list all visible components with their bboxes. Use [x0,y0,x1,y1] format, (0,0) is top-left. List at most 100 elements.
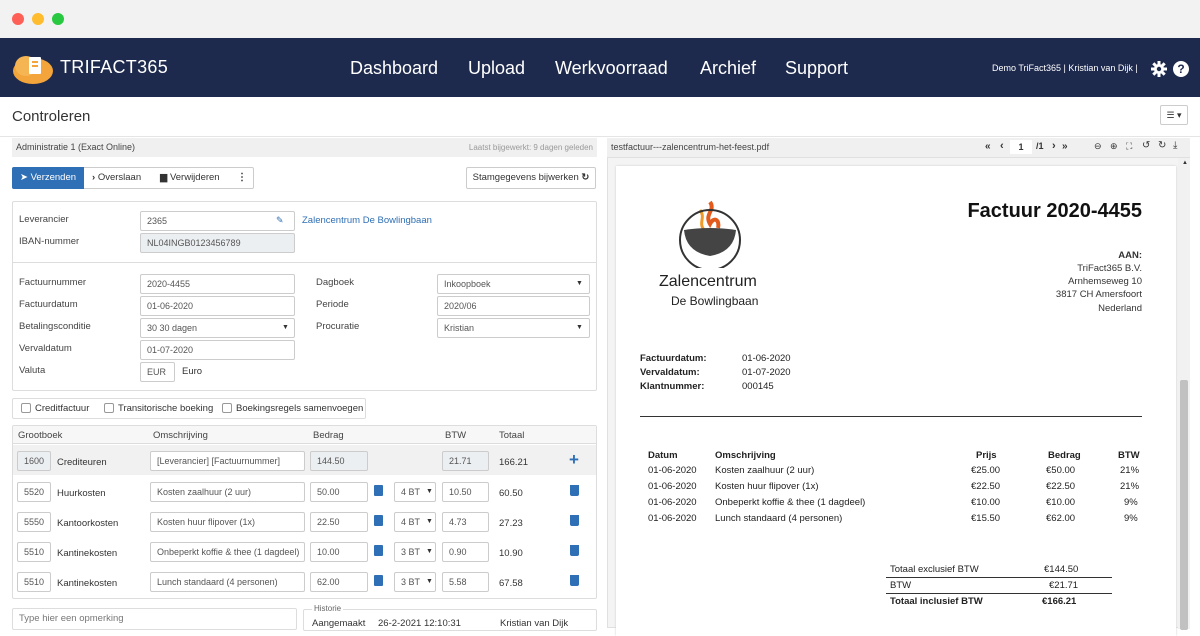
row-description[interactable]: Kosten zaalhuur (2 uur) [150,482,305,502]
chevron-down-icon: ▼ [282,324,289,331]
row-name: Kantoorkosten [57,518,119,529]
company-subname: De Bowlingbaan [671,294,759,308]
send-button[interactable]: ➤ Verzenden [12,167,84,189]
factuurnummer-input[interactable]: 2020-4455 [140,274,295,294]
calculator-icon[interactable] [374,485,383,496]
calculator-icon[interactable] [374,515,383,526]
row-code[interactable]: 5520 [17,482,51,502]
row-description[interactable]: Lunch standaard (4 personen) [150,572,305,592]
trash-icon[interactable] [570,485,579,496]
download-icon[interactable]: ⤓ [1173,140,1177,151]
row-amount[interactable]: 50.00 [310,482,368,502]
logo-text[interactable]: TRIFACT365 [60,57,168,78]
pdf-row-amount: €22.50 [1046,481,1076,492]
factuurdatum-input[interactable]: 01-06-2020 [140,296,295,316]
rotate-right-icon[interactable]: ↻ [1158,140,1166,151]
table-row: 5520 Huurkosten Kosten zaalhuur (2 uur) … [13,477,596,505]
row-description[interactable]: Kosten huur flipover (1x) [150,512,305,532]
row-btw[interactable]: 21.71 [442,451,489,471]
total-label: BTW [890,580,912,591]
user-info[interactable]: Demo TriFact365 | Kristian van Dijk | [992,63,1138,73]
last-updated: Laatst bijgewerkt: 9 dagen geleden [468,143,593,152]
pdf-filename: testfactuur---zalencentrum-het-feest.pdf [611,142,770,152]
nav-upload[interactable]: Upload [468,58,525,79]
pdf-nav-first[interactable]: « [985,141,991,152]
transitorische-checkbox[interactable] [104,403,114,413]
row-total: 60.50 [499,488,523,499]
row-btw[interactable]: 10.50 [442,482,489,502]
invoice-title: Factuur 2020-4455 [967,200,1142,222]
row-code[interactable]: 5550 [17,512,51,532]
leverancier-link[interactable]: Zalencentrum De Bowlingbaan [302,215,432,226]
pdf-page-input[interactable]: 1 [1010,140,1032,154]
trash-icon: ▆ [160,172,168,183]
row-code[interactable]: 5510 [17,542,51,562]
row-amount[interactable]: 22.50 [310,512,368,532]
procuratie-select[interactable]: Kristian [437,318,590,338]
close-window-button[interactable] [12,13,24,25]
nav-archief[interactable]: Archief [700,58,756,79]
row-btw[interactable]: 5.58 [442,572,489,592]
row-btw[interactable]: 4.73 [442,512,489,532]
rotate-left-icon[interactable]: ↺ [1142,140,1150,151]
minimize-window-button[interactable] [32,13,44,25]
total-label: Totaal exclusief BTW [890,564,979,575]
pdf-nav-next[interactable]: › [1052,140,1056,152]
pdf-row-vat: 21% [1120,465,1140,476]
row-code[interactable]: 1600 [17,451,51,471]
iban-input[interactable]: NL04INGB0123456789 [140,233,295,253]
creditfactuur-checkbox[interactable] [21,403,31,413]
row-amount[interactable]: 144.50 [310,451,368,471]
row-btw[interactable]: 0.90 [442,542,489,562]
booking-table: Grootboek Omschrijving Bedrag BTW Totaal… [12,425,597,599]
row-amount[interactable]: 10.00 [310,542,368,562]
help-icon[interactable]: ? [1173,61,1189,77]
page-title: Controleren [12,108,91,125]
dagboek-select[interactable]: Inkoopboek [437,274,590,294]
samenvoegen-checkbox[interactable] [222,403,232,413]
remark-input[interactable]: Type hier een opmerking [12,608,297,630]
more-options-button[interactable]: ⋮ [237,172,247,183]
delete-button[interactable]: ▆ Verwijderen [160,172,220,183]
page-header: Controleren ☰ ▾ [0,97,1200,137]
pdf-scrollbar[interactable]: ▲ [1178,158,1190,630]
calculator-icon[interactable] [374,575,383,586]
pdf-row-vat: 21% [1120,481,1140,492]
gear-icon[interactable] [1151,61,1167,77]
fit-page-icon[interactable]: ⛶ [1126,141,1132,152]
maximize-window-button[interactable] [52,13,64,25]
trash-icon[interactable] [570,575,579,586]
pdf-row-date: 01-06-2020 [648,513,697,524]
view-options-button[interactable]: ☰ ▾ [1160,105,1188,125]
row-description[interactable]: Onbeperkt koffie & thee (1 dagdeel) [150,542,305,562]
row-code[interactable]: 5510 [17,572,51,592]
skip-button[interactable]: › Overslaan [92,172,141,183]
pdf-nav-last[interactable]: » [1062,141,1068,152]
zoom-out-icon[interactable]: ⊖ [1094,141,1102,152]
leverancier-input[interactable]: 2365 [140,211,295,231]
meta-label: Factuurdatum: [640,353,707,364]
trash-icon[interactable] [570,515,579,526]
nav-support[interactable]: Support [785,58,848,79]
trash-icon[interactable] [570,545,579,556]
pdf-viewport: Zalencentrum De Bowlingbaan Factuur 2020… [607,157,1190,636]
periode-input[interactable]: 2020/06 [437,296,590,316]
nav-dashboard[interactable]: Dashboard [350,58,438,79]
refresh-masterdata-button[interactable]: Stamgegevens bijwerken ↻ [466,167,596,189]
row-amount[interactable]: 62.00 [310,572,368,592]
add-row-icon[interactable]: + [569,450,579,470]
betalingsconditie-select[interactable]: 30 30 dagen [140,318,295,338]
pdf-nav-prev[interactable]: ‹ [1000,140,1004,152]
pencil-icon[interactable]: ✎ [276,215,284,226]
nav-werkvoorraad[interactable]: Werkvoorraad [555,58,668,79]
zoom-in-icon[interactable]: ⊕ [1110,141,1118,152]
scroll-up-icon[interactable]: ▲ [1182,160,1188,166]
vervaldatum-input[interactable]: 01-07-2020 [140,340,295,360]
calculator-icon[interactable] [374,545,383,556]
row-description[interactable]: [Leverancier] [Factuurnummer] [150,451,305,471]
valuta-input[interactable]: EUR [140,362,175,382]
logo-icon[interactable] [12,51,54,85]
pdf-row-vat: 9% [1124,497,1138,508]
scrollbar-thumb[interactable] [1180,380,1188,630]
top-navbar: TRIFACT365 Dashboard Upload Werkvoorraad… [0,38,1200,97]
